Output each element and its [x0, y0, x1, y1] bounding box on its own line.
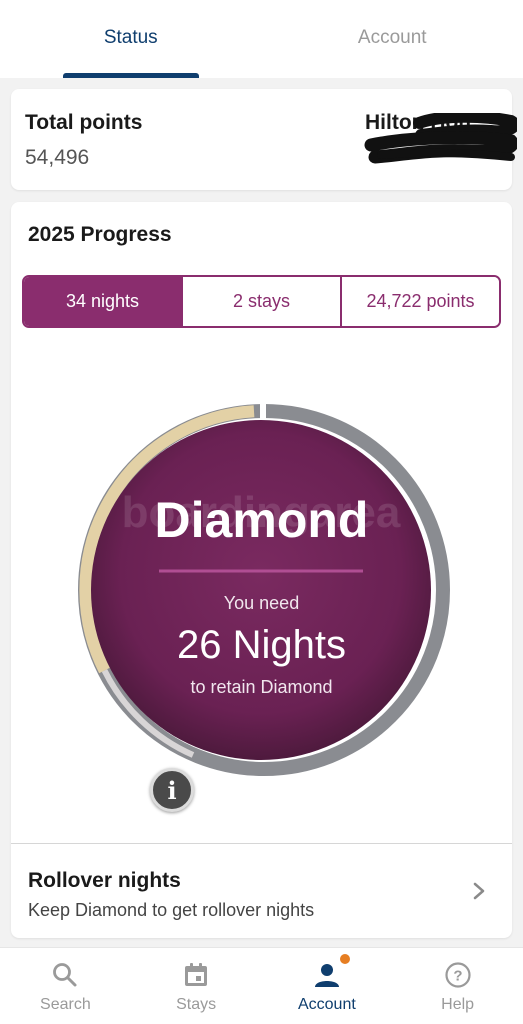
total-points-value: 54,496 [25, 146, 90, 169]
chevron-right-icon [473, 882, 485, 900]
tab-status[interactable]: Status [0, 0, 262, 78]
rollover-subtitle: Keep Diamond to get rollover nights [28, 900, 315, 920]
account-icon [314, 964, 339, 987]
need-label: You need [223, 593, 300, 613]
nav-help[interactable]: ? Help [392, 948, 523, 1024]
points-card: Total points 54,496 Hilton Hon [11, 89, 517, 190]
tab-active-indicator [63, 73, 199, 78]
search-icon [53, 963, 77, 987]
calendar-icon [185, 963, 208, 986]
info-icon[interactable]: i [150, 768, 194, 812]
nav-stays-label: Stays [176, 996, 217, 1013]
tab-account-label: Account [357, 27, 427, 48]
nav-search[interactable]: Search [0, 948, 131, 1024]
tier-name: Diamond [154, 492, 369, 548]
total-points-label: Total points [25, 111, 143, 134]
nav-stays[interactable]: Stays [131, 948, 262, 1024]
help-icon: ? [445, 962, 471, 988]
tab-account[interactable]: Account [262, 0, 523, 78]
notification-badge [339, 954, 350, 964]
top-tab-bar: Status Account [0, 0, 523, 78]
rollover-nights-row[interactable]: Rollover nights Keep Diamond to get roll… [11, 843, 512, 938]
nights-needed-value: 26 Nights [177, 623, 346, 667]
nav-account[interactable]: Account [262, 948, 393, 1024]
svg-text:?: ? [453, 968, 462, 985]
progress-card: 2025 Progress 34 nights 2 stays 24,722 p… [11, 202, 512, 938]
nav-search-label: Search [40, 996, 91, 1013]
bottom-nav-bar: Search Stays Account ? Help [0, 947, 523, 1024]
nav-account-label: Account [297, 996, 356, 1013]
rollover-title: Rollover nights [28, 869, 181, 892]
tier-circle [91, 420, 431, 760]
tab-status-label: Status [103, 27, 158, 48]
redaction-scribble [364, 113, 517, 164]
nav-help-label: Help [441, 996, 475, 1013]
retain-label: to retain Diamond [190, 677, 333, 697]
